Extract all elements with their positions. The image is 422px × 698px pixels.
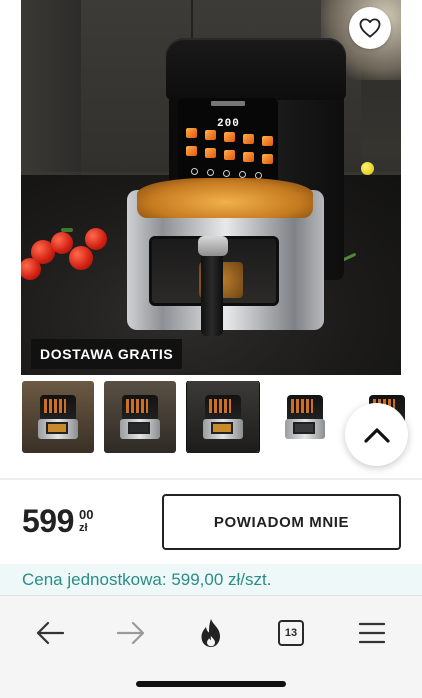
panel-button [191, 168, 198, 175]
price-amount: 599 [22, 503, 74, 539]
panel-button [223, 170, 230, 177]
program-icon [262, 136, 273, 146]
arrow-right-icon [116, 621, 145, 645]
home-indicator[interactable] [136, 681, 286, 687]
add-to-favorites-button[interactable] [349, 7, 391, 49]
forward-button[interactable] [109, 615, 153, 651]
tabs-icon: 13 [278, 620, 304, 646]
thumbnail-1[interactable] [22, 381, 94, 453]
program-icon [224, 150, 235, 160]
unit-price: Cena jednostkowa: 599,00 zł/szt. [0, 564, 422, 595]
program-icon [205, 130, 216, 140]
tomato [85, 228, 107, 250]
program-icon [243, 152, 254, 162]
program-icon [186, 146, 197, 156]
flame-icon [201, 619, 220, 647]
menu-icon [359, 622, 385, 644]
panel-temperature: 200 [217, 118, 240, 130]
tabs-button[interactable]: 13 [269, 615, 313, 651]
thumbnail-window [128, 422, 150, 434]
tomato [51, 232, 73, 254]
price-currency: zł [79, 522, 88, 534]
lemon [361, 162, 374, 175]
scroll-to-top-button[interactable] [345, 403, 408, 466]
tabs-count: 13 [284, 627, 298, 639]
fried-food [137, 178, 313, 218]
product-main-image[interactable]: 200 [21, 0, 401, 375]
thumbnail-panel [291, 399, 313, 413]
program-icon [262, 154, 273, 164]
handle-cap [198, 236, 228, 256]
tomato-stem [61, 228, 73, 232]
price-cents: 00 [79, 507, 94, 522]
product-page: 200 DOSTAWA GRATIS 599 00 zł POWIADOM MN… [0, 0, 422, 698]
fire-button[interactable] [189, 615, 233, 651]
thumbnail-panel [209, 399, 231, 413]
thumbnail-window [293, 422, 315, 434]
brand-logo [211, 101, 245, 106]
program-icon [205, 148, 216, 158]
thumbnail-panel [44, 399, 66, 413]
program-icon [243, 134, 254, 144]
heart-icon [359, 18, 381, 38]
arrow-left-icon [36, 621, 65, 645]
chevron-up-icon [363, 427, 390, 443]
tomato [69, 246, 93, 270]
free-delivery-badge: DOSTAWA GRATIS [31, 339, 183, 369]
menu-button[interactable] [350, 615, 394, 651]
thumbnail-4[interactable] [269, 381, 341, 453]
thumbnail-2[interactable] [104, 381, 176, 453]
thumbnail-3-selected[interactable] [186, 381, 260, 453]
thumbnail-window [211, 422, 233, 434]
panel-button [239, 171, 246, 178]
air-fryer-top [166, 38, 346, 100]
back-button[interactable] [28, 615, 72, 651]
notify-me-button[interactable]: POWIADOM MNIE [162, 494, 401, 550]
thumbnail-panel [126, 399, 148, 413]
program-icon [186, 128, 197, 138]
thumbnail-window [46, 422, 68, 434]
program-icon [224, 132, 235, 142]
panel-button [207, 169, 214, 176]
